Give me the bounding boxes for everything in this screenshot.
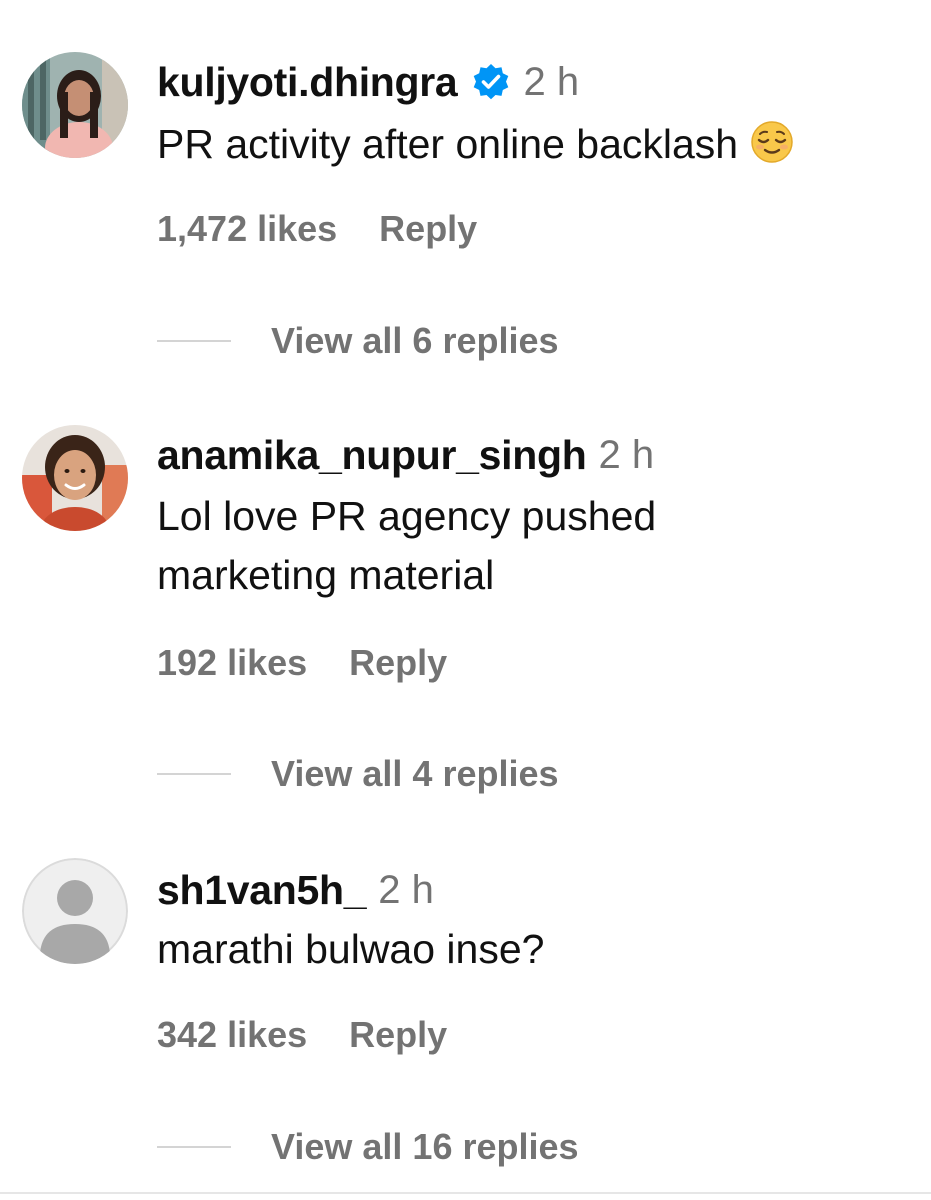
relieved-face-emoji-icon [750, 120, 794, 164]
comment-time: 2 h [523, 59, 580, 104]
comment-text: Lol love PR agency pushed marketing mate… [157, 487, 917, 605]
avatar[interactable] [22, 52, 128, 158]
comment-header: sh1van5h_ 2 h [157, 862, 434, 918]
reply-button[interactable]: Reply [379, 208, 477, 250]
avatar-photo [22, 52, 128, 158]
bottom-divider [0, 1192, 931, 1194]
comment-text-line: Lol love PR agency pushed [157, 493, 657, 539]
replies-divider-line [157, 340, 231, 342]
username[interactable]: kuljyoti.dhingra [157, 59, 458, 106]
replies-divider-line [157, 773, 231, 775]
view-replies-button[interactable]: View all 16 replies [157, 1122, 579, 1172]
comment-text: PR activity after online backlash [157, 115, 917, 174]
view-replies-label: View all 6 replies [271, 320, 559, 361]
likes-count[interactable]: 192 likes [157, 642, 307, 684]
default-avatar-icon[interactable] [22, 858, 128, 964]
comment-text-content: marathi bulwao inse? [157, 926, 545, 972]
avatar[interactable] [22, 425, 128, 531]
username[interactable]: sh1van5h_ [157, 867, 367, 914]
reply-button[interactable]: Reply [349, 1014, 447, 1056]
comment-header: anamika_nupur_singh 2 h [157, 427, 654, 483]
comment-time: 2 h [598, 432, 655, 477]
view-replies-label: View all 4 replies [271, 753, 559, 794]
comment-time: 2 h [378, 867, 434, 912]
view-replies-label: View all 16 replies [271, 1126, 579, 1167]
comment-header: kuljyoti.dhingra 2 h [157, 54, 579, 110]
comments-panel: kuljyoti.dhingra 2 h PR activity after o… [0, 0, 931, 1200]
view-replies-button[interactable]: View all 6 replies [157, 316, 559, 366]
replies-divider-line [157, 1146, 231, 1148]
view-replies-button[interactable]: View all 4 replies [157, 749, 559, 799]
likes-count[interactable]: 342 likes [157, 1014, 307, 1056]
comment-actions: 342 likes Reply [157, 1010, 447, 1060]
reply-button[interactable]: Reply [349, 642, 447, 684]
comment-actions: 1,472 likes Reply [157, 204, 477, 254]
comment-text: marathi bulwao inse? [157, 920, 917, 979]
comment-text-content: PR activity after online backlash [157, 121, 739, 167]
username[interactable]: anamika_nupur_singh [157, 432, 587, 479]
verified-badge-icon [471, 62, 511, 102]
comment-text-line: marketing material [157, 552, 495, 598]
comment-actions: 192 likes Reply [157, 638, 447, 688]
avatar-photo [22, 425, 128, 531]
likes-count[interactable]: 1,472 likes [157, 208, 337, 250]
